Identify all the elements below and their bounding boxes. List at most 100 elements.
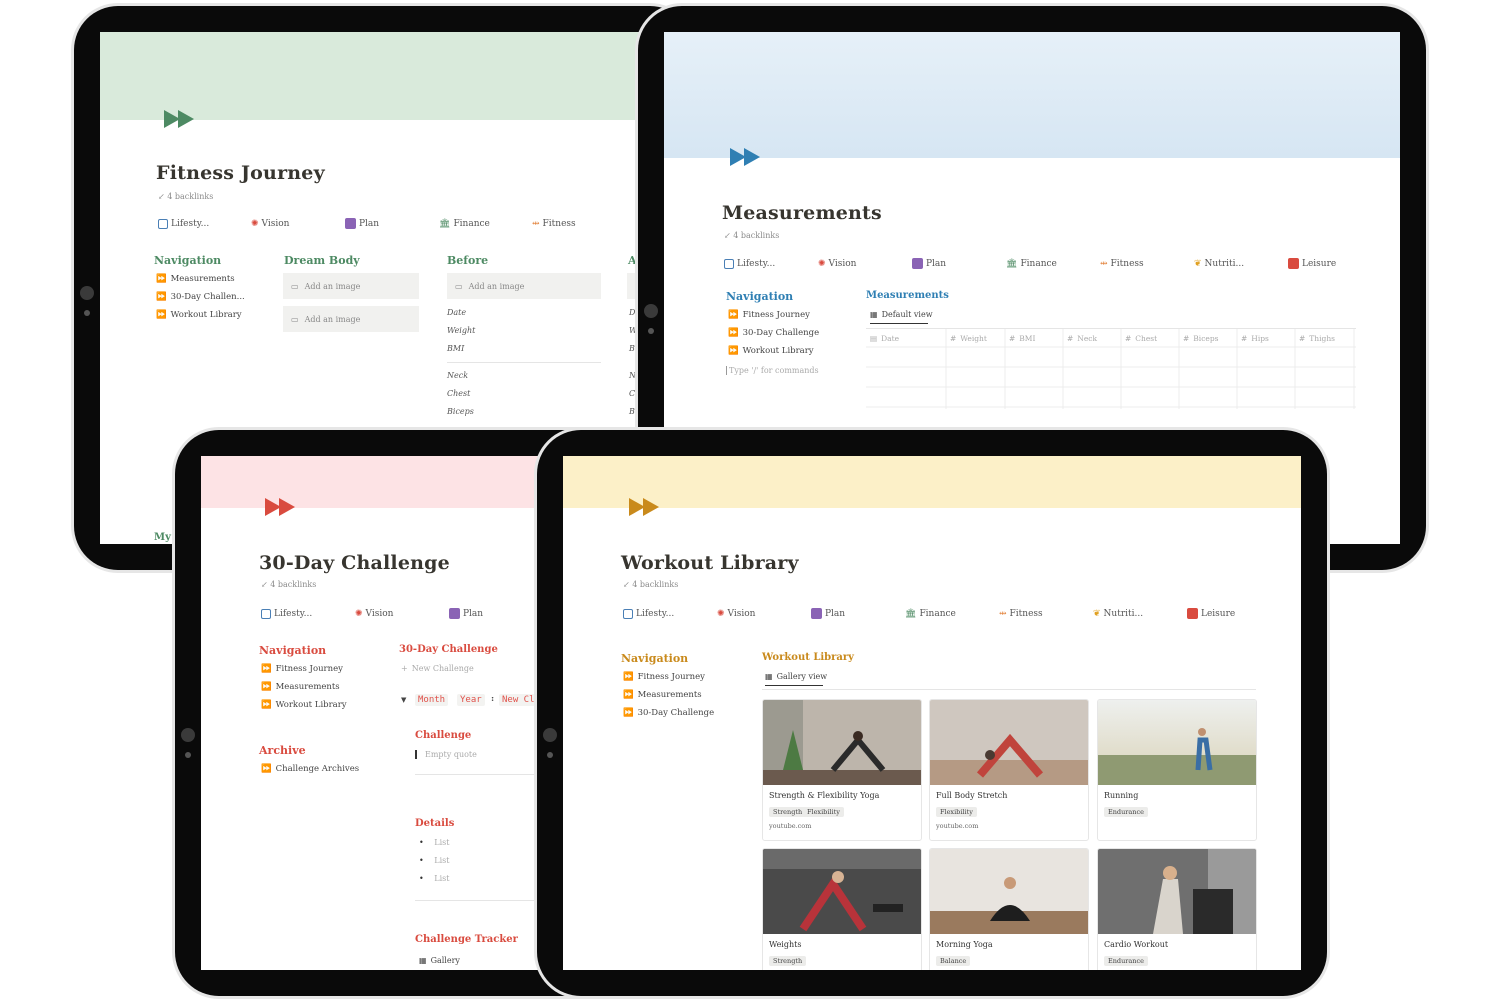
link-chips: Lifesty... ✺ Vision Plan: [261, 608, 529, 619]
nav-item[interactable]: ⏩ Fitness Journey: [728, 310, 810, 320]
nav-item[interactable]: ⏩ Measurements: [156, 274, 235, 284]
chip-leisure[interactable]: Leisure: [1288, 258, 1368, 269]
chip-vision[interactable]: ✺ Vision: [717, 608, 811, 619]
list-item[interactable]: • List: [419, 856, 449, 865]
backlinks[interactable]: ↙ 4 backlinks: [261, 580, 316, 589]
database-title: 30-Day Challenge: [399, 644, 498, 655]
card-source[interactable]: youtube.com: [769, 822, 811, 830]
workout-card[interactable]: Strength & Flexibility Yoga Strength Fle…: [762, 699, 922, 841]
tag: Endurance: [1104, 956, 1148, 966]
chip-lifestyle[interactable]: Lifesty...: [724, 258, 818, 269]
column-header[interactable]: # Hips: [1241, 334, 1269, 343]
card-title: Full Body Stretch: [936, 791, 1008, 800]
sensor-icon: [547, 752, 553, 758]
chip-plan[interactable]: Plan: [912, 258, 1006, 269]
sensor-icon: [185, 752, 191, 758]
list-item[interactable]: • List: [419, 874, 449, 883]
gallery-icon: ▦: [765, 672, 773, 681]
nav-item[interactable]: ⏩ Measurements: [261, 682, 340, 692]
chip-finance[interactable]: 🏛 Finance: [1006, 258, 1100, 269]
nav-item[interactable]: ⏩ Fitness Journey: [623, 672, 705, 682]
bank-icon: 🏛: [439, 218, 451, 229]
workout-photo: [930, 849, 1088, 934]
chip-vision[interactable]: ✺ Vision: [818, 258, 912, 269]
view-tab-gallery[interactable]: ▦ Gallery view: [765, 672, 827, 686]
before-heading: Before: [447, 254, 489, 267]
chip-lifestyle[interactable]: Lifesty...: [261, 608, 355, 619]
nav-item[interactable]: ⏩ Workout Library: [728, 346, 814, 356]
page-cover: [664, 32, 1400, 158]
calendar-icon: [811, 608, 822, 619]
list-item[interactable]: • List: [419, 838, 449, 847]
column-header[interactable]: ▤ Date: [870, 334, 899, 343]
chip-nutrition[interactable]: ❦ Nutriti...: [1194, 258, 1288, 269]
chip-lifestyle[interactable]: Lifesty...: [158, 218, 251, 229]
archive-link[interactable]: ⏩ Challenge Archives: [261, 764, 359, 774]
workout-card[interactable]: Cardio Workout Endurance: [1097, 848, 1257, 970]
field-label: Biceps: [447, 407, 474, 416]
add-image-button[interactable]: ▭ Add an image: [283, 273, 419, 299]
table-icon: ▦: [870, 310, 878, 319]
add-image-button[interactable]: ▭ Add an image: [283, 306, 419, 332]
toggle-arrow-icon[interactable]: ▼: [401, 696, 406, 704]
page-cover: [100, 32, 668, 120]
workout-photo: [930, 700, 1088, 785]
column-header[interactable]: # Thighs: [1299, 334, 1335, 343]
chip-leisure[interactable]: Leisure: [1187, 608, 1267, 619]
nav-item[interactable]: ⏩ 30-Day Challenge: [728, 328, 819, 338]
chip-lifestyle[interactable]: Lifesty...: [623, 608, 717, 619]
sensor-icon: [648, 328, 654, 334]
workout-card[interactable]: Morning Yoga Balance: [929, 848, 1089, 970]
chip-vision[interactable]: ✺ Vision: [355, 608, 449, 619]
page-cover: [563, 456, 1301, 508]
divider: [762, 689, 1256, 690]
chip-plan[interactable]: Plan: [345, 218, 439, 229]
nav-item[interactable]: ⏩ Workout Library: [156, 310, 242, 320]
chip-nutrition[interactable]: ❦ Nutriti...: [1093, 608, 1187, 619]
backlinks[interactable]: ↙ 4 backlinks: [158, 192, 213, 201]
chip-fitness[interactable]: ⇹ Fitness: [532, 218, 626, 229]
divider: [415, 774, 545, 775]
backlinks[interactable]: ↙ 4 backlinks: [724, 231, 779, 240]
page-title: 30-Day Challenge: [259, 552, 450, 574]
bank-icon: 🏛: [1006, 258, 1018, 269]
gallery-icon: ▦: [419, 956, 427, 965]
column-header[interactable]: # BMI: [1009, 334, 1035, 343]
property-new: New Cl: [499, 694, 538, 706]
chip-finance[interactable]: 🏛 Finance: [439, 218, 532, 229]
nav-item[interactable]: ⏩ Fitness Journey: [261, 664, 343, 674]
view-tab-gallery[interactable]: ▦ Gallery: [419, 956, 460, 965]
chip-plan[interactable]: Plan: [811, 608, 905, 619]
nav-item[interactable]: ⏩ 30-Day Challen...: [156, 292, 245, 302]
view-tab-default[interactable]: ▦ Default view: [870, 310, 933, 324]
chip-plan[interactable]: Plan: [449, 608, 529, 619]
column-header[interactable]: # Weight: [950, 334, 987, 343]
after-heading: A: [628, 254, 637, 267]
command-hint[interactable]: Type '/' for commands: [726, 366, 819, 375]
dream-body-heading: Dream Body: [284, 254, 360, 267]
chip-finance[interactable]: 🏛 Finance: [905, 608, 999, 619]
workout-card[interactable]: Full Body Stretch Flexibility youtube.co…: [929, 699, 1089, 841]
column-header[interactable]: # Chest: [1125, 334, 1157, 343]
chip-fitness[interactable]: ⇹ Fitness: [1100, 258, 1194, 269]
card-title: Weights: [769, 940, 802, 949]
chip-vision[interactable]: ✺ Vision: [251, 218, 345, 229]
new-challenge-button[interactable]: + New Challenge: [401, 664, 474, 673]
link-chips: Lifesty... ✺ Vision Plan 🏛 Finance ⇹ Fitnes…: [158, 218, 626, 229]
add-image-button[interactable]: ▭ Add an image: [447, 273, 601, 299]
backlinks[interactable]: ↙ 4 backlinks: [623, 580, 678, 589]
workout-card[interactable]: Weights Strength: [762, 848, 922, 970]
card-source[interactable]: youtube.com: [936, 822, 978, 830]
column-header[interactable]: # Biceps: [1183, 334, 1219, 343]
nav-item[interactable]: ⏩ Workout Library: [261, 700, 347, 710]
quote-block[interactable]: Empty quote: [415, 750, 477, 759]
workout-photo: [1098, 700, 1256, 785]
nav-item[interactable]: ⏩ Measurements: [623, 690, 702, 700]
chip-fitness[interactable]: ⇹ Fitness: [999, 608, 1093, 619]
column-header[interactable]: # Neck: [1067, 334, 1097, 343]
nav-item[interactable]: ⏩ 30-Day Challenge: [623, 708, 714, 718]
workout-card[interactable]: Running Endurance: [1097, 699, 1257, 841]
workout-photo: [763, 700, 921, 785]
book-icon: [1187, 608, 1198, 619]
camera-icon: [181, 728, 195, 742]
